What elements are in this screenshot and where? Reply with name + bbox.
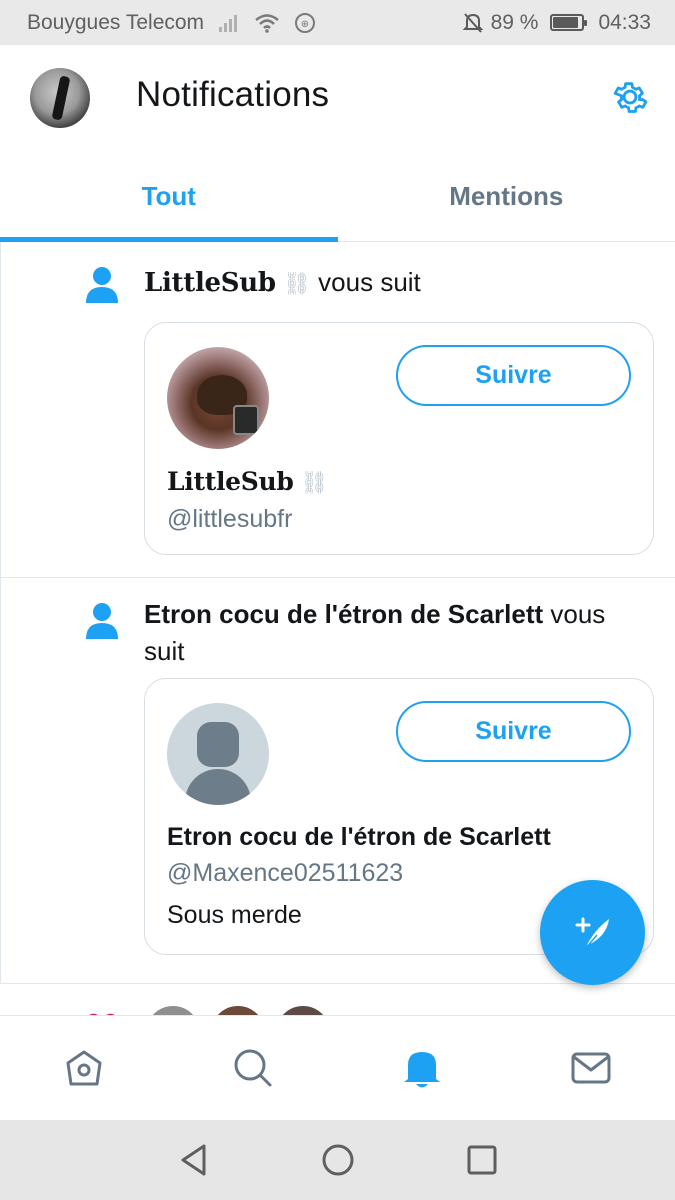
- compose-tweet-button[interactable]: [540, 880, 645, 985]
- system-home-button[interactable]: [266, 1143, 410, 1177]
- mute-notifications-icon: [462, 12, 483, 33]
- svg-text:⊕: ⊕: [301, 19, 309, 30]
- notification-actor[interactable]: Etron cocu de l'étron de Scarlett: [144, 599, 543, 629]
- user-avatar[interactable]: [276, 1006, 330, 1015]
- carrier-name: Bouygues Telecom: [27, 10, 205, 34]
- avatar-photo-detail: [51, 75, 71, 121]
- chain-emoji: ⛓: [283, 271, 311, 296]
- notification-text: LittleSub ⛓ vous suit: [144, 264, 635, 302]
- back-icon: [181, 1144, 205, 1176]
- system-back-button[interactable]: [122, 1143, 266, 1177]
- notification-item[interactable]: [0, 984, 675, 1015]
- user-avatar[interactable]: [146, 1006, 200, 1015]
- notification-actor[interactable]: LittleSub: [144, 268, 276, 298]
- tab-all[interactable]: Tout: [0, 151, 338, 242]
- notification-action: vous suit: [318, 267, 421, 297]
- user-name-text: LittleSub: [167, 467, 294, 496]
- avatar-photo-detail: [233, 405, 259, 435]
- follow-button[interactable]: Suivre: [396, 345, 631, 406]
- person-follow-icon: [86, 267, 118, 303]
- user-handle: @Maxence02511623: [167, 859, 404, 887]
- user-handle: @littlesubfr: [167, 505, 293, 533]
- home-icon: [66, 1050, 102, 1086]
- user-bio: Sous merde: [167, 901, 302, 929]
- search-icon: [234, 1049, 272, 1087]
- notification-text: Etron cocu de l'étron de Scarlett vous s…: [144, 596, 635, 670]
- home-circle-icon: [322, 1144, 353, 1176]
- clock: 04:33: [598, 10, 651, 34]
- bottom-navigation: [0, 1015, 675, 1120]
- user-display-name: LittleSub ⛓: [167, 467, 328, 497]
- hotspot-icon: ⊕: [295, 12, 316, 33]
- default-avatar-body: [185, 769, 251, 805]
- wifi-icon: [255, 13, 279, 33]
- status-bar: Bouygues Telecom ⊕ 89 % 04:33: [0, 0, 675, 45]
- page-title: Notifications: [136, 75, 330, 114]
- user-avatar[interactable]: [211, 1006, 265, 1015]
- battery-percent: 89 %: [490, 10, 539, 34]
- battery-fill: [553, 17, 579, 28]
- signal-icon: [219, 14, 238, 32]
- follow-button[interactable]: Suivre: [396, 701, 631, 762]
- notification-tabs: Tout Mentions: [0, 151, 675, 242]
- nav-search[interactable]: [169, 1016, 338, 1120]
- nav-notifications[interactable]: [338, 1016, 507, 1120]
- nav-home[interactable]: [0, 1016, 169, 1120]
- default-avatar-head: [197, 722, 239, 767]
- user-avatar[interactable]: [167, 703, 269, 805]
- settings-button[interactable]: [609, 76, 651, 118]
- compose-tweet-icon: [575, 917, 609, 949]
- profile-avatar[interactable]: [30, 68, 90, 128]
- chain-emoji: ⛓: [300, 470, 329, 495]
- bell-icon: [403, 1052, 440, 1088]
- notification-item[interactable]: LittleSub ⛓ vous suit Suivre LittleSub ⛓…: [0, 242, 675, 578]
- person-follow-icon: [86, 603, 118, 639]
- nav-messages[interactable]: [506, 1016, 675, 1120]
- mail-icon: [571, 1052, 611, 1084]
- battery-icon: [550, 14, 588, 31]
- user-display-name: Etron cocu de l'étron de Scarlett: [167, 823, 551, 851]
- recents-icon: [467, 1145, 496, 1175]
- user-card[interactable]: Suivre LittleSub ⛓ @littlesubfr: [144, 322, 654, 555]
- user-avatar[interactable]: [167, 347, 269, 449]
- system-recents-button[interactable]: [410, 1144, 554, 1176]
- gear-icon: [613, 82, 648, 113]
- app-header: Notifications: [0, 45, 675, 151]
- tab-mentions[interactable]: Mentions: [338, 151, 675, 241]
- system-navigation-bar: [0, 1120, 675, 1200]
